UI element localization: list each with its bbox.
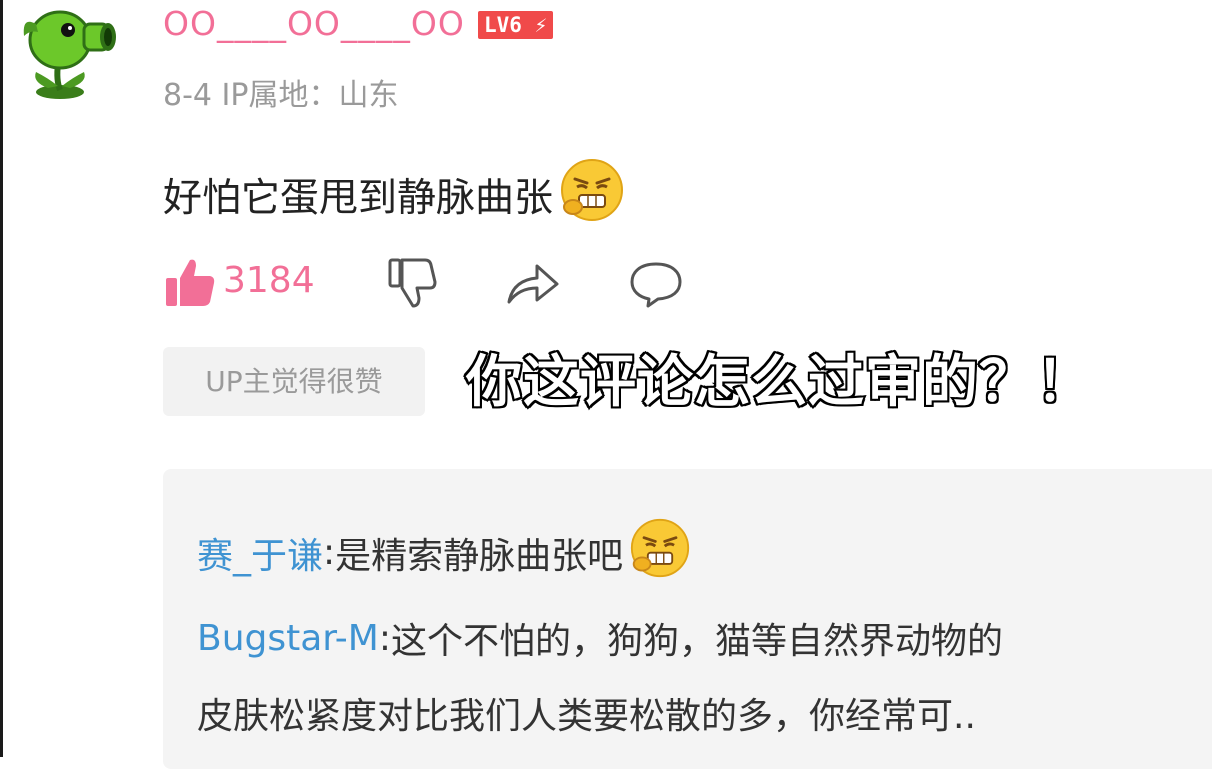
left-edge-border bbox=[0, 0, 3, 757]
comment-meta: 8-4 IP属地：山东 bbox=[163, 78, 399, 113]
reply-separator: : bbox=[378, 617, 391, 659]
comment-bubble-icon bbox=[630, 262, 682, 308]
reply-item[interactable]: 赛_于谦: 是精索静脉曲张吧 bbox=[197, 517, 691, 588]
grimace-emoji-icon bbox=[629, 517, 691, 588]
dislike-button[interactable] bbox=[385, 256, 439, 314]
share-button[interactable] bbox=[505, 260, 561, 310]
up-liked-badge: UP主觉得很赞 bbox=[163, 347, 425, 416]
like-count: 3184 bbox=[223, 260, 315, 301]
replies-panel[interactable]: 赛_于谦: 是精索静脉曲张吧 Bugstar-M: 这个不怕的，狗狗，猫等自然界… bbox=[163, 469, 1212, 769]
comment-username[interactable]: OO____OO____OO bbox=[163, 4, 465, 43]
reply-text-continuation: 皮肤松紧度对比我们人类要松散的多，你经常可.. bbox=[197, 696, 976, 737]
level-badge: LV6 ⚡ bbox=[478, 11, 554, 39]
like-button[interactable] bbox=[163, 256, 217, 314]
reply-text: 这个不怕的，狗狗，猫等自然界动物的 bbox=[391, 621, 1004, 662]
thumbs-down-icon bbox=[388, 258, 437, 308]
peashooter-avatar-icon bbox=[23, 10, 116, 99]
reply-button[interactable] bbox=[628, 260, 684, 312]
grimace-emoji-icon bbox=[559, 157, 625, 233]
reply-item[interactable]: Bugstar-M: 这个不怕的，狗狗，猫等自然界动物的 bbox=[197, 612, 1003, 664]
comment-body: 好怕它蛋甩到静脉曲张 bbox=[163, 157, 625, 233]
thumbs-up-icon bbox=[166, 259, 215, 306]
reply-text: 是精索静脉曲张吧 bbox=[335, 535, 624, 577]
comment-action-bar: 3184 bbox=[163, 254, 723, 314]
video-overlay-caption: 你这评论怎么过审的？！ bbox=[464, 348, 1094, 417]
reply-username[interactable]: 赛_于谦 bbox=[197, 527, 323, 579]
reply-username[interactable]: Bugstar-M bbox=[197, 618, 379, 659]
share-arrow-icon bbox=[507, 264, 559, 304]
comment-text: 好怕它蛋甩到静脉曲张 bbox=[163, 176, 554, 221]
avatar[interactable] bbox=[18, 2, 120, 104]
reply-separator: : bbox=[323, 532, 336, 573]
